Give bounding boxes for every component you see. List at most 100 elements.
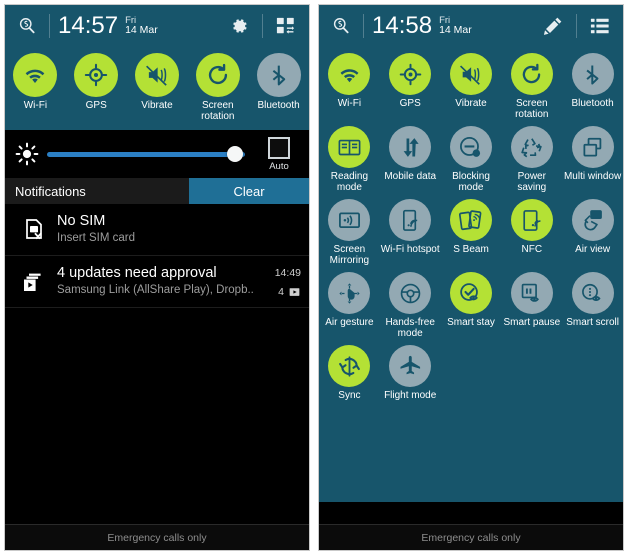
quick-toggle-sync[interactable]: Sync bbox=[319, 345, 380, 407]
search-icon[interactable] bbox=[13, 12, 41, 40]
notification-panel-screenshot: 14:57 Fri 14 Mar Wi-Fi GPS Vibrate Scree… bbox=[4, 4, 310, 551]
bluetooth-icon bbox=[256, 53, 301, 97]
quick-toggle-label: Blocking mode bbox=[452, 171, 490, 193]
notification-count-value: 4 bbox=[278, 285, 284, 298]
quick-settings-empty-area bbox=[319, 411, 623, 502]
smart-stay-icon bbox=[449, 272, 492, 314]
quick-toggle-bluetooth[interactable]: Bluetooth bbox=[562, 53, 623, 126]
status-divider-1 bbox=[363, 14, 364, 38]
quick-toggle-reading-mode[interactable]: Reading mode bbox=[319, 126, 380, 199]
wifi-icon bbox=[328, 53, 371, 95]
carrier-status-text: Emergency calls only bbox=[421, 531, 521, 544]
brightness-slider-track bbox=[47, 152, 245, 157]
quick-toggle-label: Smart scroll bbox=[566, 317, 619, 328]
quick-settings-row: Screen Mirroring Wi-Fi hotspot S Beam NF… bbox=[319, 199, 623, 272]
quick-toggle-power-saving[interactable]: Power saving bbox=[501, 126, 562, 199]
search-icon[interactable] bbox=[327, 12, 355, 40]
wifi-hotspot-icon bbox=[389, 199, 432, 241]
carrier-footer: Emergency calls only bbox=[319, 524, 623, 550]
hands-free-mode-icon bbox=[389, 272, 432, 314]
quick-toggle-wifi-hotspot[interactable]: Wi-Fi hotspot bbox=[380, 199, 441, 272]
quick-toggle-label: Wi-Fi bbox=[23, 100, 48, 111]
status-clock: 14:57 bbox=[58, 12, 119, 39]
quick-toggle-screen-mirroring[interactable]: Screen Mirroring bbox=[319, 199, 380, 272]
quick-toggle-air-gesture[interactable]: Air gesture bbox=[319, 272, 380, 345]
quick-toggle-label: Hands-free mode bbox=[385, 317, 435, 339]
status-divider-2 bbox=[262, 14, 263, 38]
carrier-status-text: Emergency calls only bbox=[107, 531, 207, 544]
quick-toggle-label: Wi-Fi hotspot bbox=[380, 244, 440, 255]
quick-toggle-bluetooth[interactable]: Bluetooth bbox=[248, 53, 309, 126]
quick-toggle-blocking-mode[interactable]: C Blocking mode bbox=[441, 126, 502, 199]
auto-brightness-checkbox[interactable] bbox=[268, 136, 290, 159]
quick-toggle-wifi[interactable]: Wi-Fi bbox=[5, 53, 66, 126]
settings-gear-icon[interactable] bbox=[224, 11, 254, 41]
brightness-slider-knob[interactable] bbox=[227, 146, 243, 162]
quick-toggle-hands-free-mode[interactable]: Hands-free mode bbox=[380, 272, 441, 345]
quick-toggle-screen-rotation[interactable]: Screen rotation bbox=[501, 53, 562, 126]
quick-settings-row: Wi-Fi GPS Vibrate Screen rotation Blueto… bbox=[319, 53, 623, 126]
quick-toggle-label: Screen Mirroring bbox=[329, 244, 370, 266]
gps-icon bbox=[389, 53, 432, 95]
quick-toggle-nfc[interactable]: NFC bbox=[501, 199, 562, 272]
edit-pencil-icon[interactable] bbox=[538, 11, 568, 41]
svg-text:C: C bbox=[475, 151, 479, 157]
quick-toggle-multi-window[interactable]: Multi window bbox=[562, 126, 623, 199]
screen-rotation-icon bbox=[195, 53, 240, 97]
reading-mode-icon bbox=[328, 126, 371, 168]
mobile-data-icon bbox=[389, 126, 432, 168]
notification-title: No SIM bbox=[57, 213, 106, 229]
quick-toggle-label: NFC bbox=[521, 244, 543, 255]
brightness-row: Auto bbox=[5, 130, 309, 178]
black-spacer bbox=[319, 502, 623, 524]
status-bar: 14:57 Fri 14 Mar bbox=[5, 5, 309, 47]
quick-toggle-flight-mode[interactable]: Flight mode bbox=[380, 345, 441, 407]
notifications-title: Notifications bbox=[15, 183, 86, 199]
status-date-value: 14 Mar bbox=[439, 24, 472, 37]
quick-toggle-vibrate[interactable]: Vibrate bbox=[441, 53, 502, 126]
wifi-icon bbox=[13, 53, 58, 97]
quick-toggle-empty-3 bbox=[562, 345, 623, 407]
quick-toggle-label: Air view bbox=[575, 244, 611, 255]
notification-meta: 14:49 4 bbox=[275, 264, 301, 298]
notification-subtitle: Insert SIM card bbox=[57, 232, 135, 244]
quick-toggle-s-beam[interactable]: S Beam bbox=[441, 199, 502, 272]
quick-toggle-smart-stay[interactable]: Smart stay bbox=[441, 272, 502, 345]
quick-toggle-wifi[interactable]: Wi-Fi bbox=[319, 53, 380, 126]
sync-icon bbox=[328, 345, 371, 387]
play-store-mini-icon bbox=[289, 288, 300, 296]
bluetooth-icon bbox=[571, 53, 614, 95]
quick-toggle-screen-rotation[interactable]: Screen rotation bbox=[187, 53, 248, 126]
quick-toggle-empty-1 bbox=[441, 345, 502, 407]
quick-toggle-smart-scroll[interactable]: Smart scroll bbox=[562, 272, 623, 345]
list-view-icon[interactable] bbox=[585, 11, 615, 41]
quick-toggle-mobile-data[interactable]: Mobile data bbox=[380, 126, 441, 199]
quick-toggle-label: GPS bbox=[85, 100, 107, 111]
quick-toggle-smart-pause[interactable]: Smart pause bbox=[501, 272, 562, 345]
quick-toggle-gps[interactable]: GPS bbox=[380, 53, 441, 126]
smart-pause-icon bbox=[510, 272, 553, 314]
quick-toggle-vibrate[interactable]: Vibrate bbox=[127, 53, 188, 126]
quick-toggle-label: GPS bbox=[399, 98, 421, 109]
quick-toggle-label: Air gesture bbox=[325, 317, 374, 328]
multi-window-icon bbox=[571, 126, 614, 168]
list-item[interactable]: No SIM Insert SIM card bbox=[5, 204, 309, 256]
notification-count: 4 bbox=[278, 285, 301, 298]
quick-toggle-label: S Beam bbox=[453, 244, 489, 255]
list-item[interactable]: 4 updates need approval Samsung Link (Al… bbox=[5, 256, 309, 308]
auto-brightness-control[interactable]: Auto bbox=[257, 136, 301, 172]
notifications-list: No SIM Insert SIM card 4 updates need ap… bbox=[5, 204, 309, 524]
quick-settings-panel-screenshot: 14:58 Fri 14 Mar Wi-Fi GPS Vibrate Scree… bbox=[318, 4, 624, 551]
quick-settings-grid-icon[interactable] bbox=[271, 11, 301, 41]
clear-notifications-button[interactable]: Clear bbox=[189, 178, 309, 204]
quick-toggle-row: Wi-Fi GPS Vibrate Screen rotation Blueto… bbox=[5, 53, 309, 126]
status-date: Fri 14 Mar bbox=[125, 15, 158, 37]
quick-toggle-label: Wi-Fi bbox=[337, 98, 362, 109]
quick-toggle-strip: Wi-Fi GPS Vibrate Screen rotation Blueto… bbox=[5, 47, 309, 130]
brightness-slider[interactable] bbox=[47, 143, 245, 165]
flight-mode-icon bbox=[389, 345, 432, 387]
quick-toggle-gps[interactable]: GPS bbox=[66, 53, 127, 126]
notification-body: No SIM Insert SIM card bbox=[55, 212, 301, 246]
quick-toggle-air-view[interactable]: Air view bbox=[562, 199, 623, 272]
gps-icon bbox=[74, 53, 119, 97]
